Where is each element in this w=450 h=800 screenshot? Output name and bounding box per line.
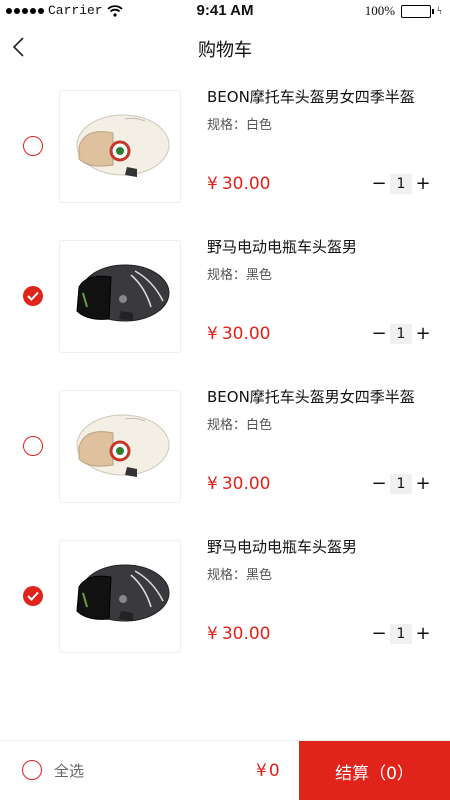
price-currency: ¥ xyxy=(207,474,218,494)
product-spec: 规格： 黑色 xyxy=(207,264,272,283)
increase-button[interactable]: + xyxy=(412,174,434,194)
product-image[interactable] xyxy=(59,540,181,653)
spec-label: 规格： xyxy=(207,118,247,133)
select-all-checkbox[interactable] xyxy=(22,760,42,780)
cart-item: BEON摩托车头盔男女四季半盔 规格： 白色 ¥30.00−1 + xyxy=(0,74,450,224)
quantity-stepper: −1 + xyxy=(368,624,434,644)
spec-label: 规格： xyxy=(207,568,247,583)
spec-value: 黑色 xyxy=(246,268,273,283)
quantity-stepper: −1 + xyxy=(368,324,434,344)
checkmark-icon xyxy=(27,291,39,301)
cart-item: BEON摩托车头盔男女四季半盔 规格： 白色 ¥30.00−1 + xyxy=(0,374,450,524)
total-currency: ¥ xyxy=(256,761,267,781)
cart-list: BEON摩托车头盔男女四季半盔 规格： 白色 ¥30.00−1 + 野马电动电瓶车头盔男规… xyxy=(0,74,450,674)
quantity-value[interactable]: 1 xyxy=(390,474,412,494)
status-right: 100% ϟ xyxy=(365,3,442,19)
product-image[interactable] xyxy=(59,390,181,503)
product-spec: 规格： 白色 xyxy=(207,114,272,133)
spec-value: 白色 xyxy=(246,418,273,433)
status-bar: Carrier 9:41 AM 100% ϟ xyxy=(0,0,450,22)
item-checkbox[interactable] xyxy=(23,136,43,156)
product-name[interactable]: BEON摩托车头盔男女四季半盔 xyxy=(207,386,415,407)
product-name[interactable]: BEON摩托车头盔男女四季半盔 xyxy=(207,86,415,107)
product-price: ¥30.00 xyxy=(207,474,271,494)
spec-label: 规格： xyxy=(207,268,247,283)
product-image[interactable] xyxy=(59,240,181,353)
quantity-value[interactable]: 1 xyxy=(390,624,412,644)
product-price: ¥30.00 xyxy=(207,624,271,644)
product-name[interactable]: 野马电动电瓶车头盔男 xyxy=(207,236,357,257)
battery-icon xyxy=(401,4,435,18)
decrease-button[interactable]: − xyxy=(368,174,390,194)
decrease-button[interactable]: − xyxy=(368,474,390,494)
increase-button[interactable]: + xyxy=(412,624,434,644)
charging-icon: ϟ xyxy=(437,5,442,17)
price-value: 30.00 xyxy=(221,174,271,194)
checkout-button[interactable]: 结算（0） xyxy=(299,741,450,800)
quantity-value[interactable]: 1 xyxy=(390,324,412,344)
decrease-button[interactable]: − xyxy=(368,324,390,344)
price-value: 30.00 xyxy=(221,324,271,344)
price-currency: ¥ xyxy=(207,174,218,194)
spec-value: 黑色 xyxy=(246,568,273,583)
spec-value: 白色 xyxy=(246,118,273,133)
total-price: ¥ 0 xyxy=(256,761,280,781)
item-checkbox[interactable] xyxy=(23,436,43,456)
price-value: 30.00 xyxy=(221,624,271,644)
battery-percent: 100% xyxy=(364,3,396,18)
product-spec: 规格： 白色 xyxy=(207,414,272,433)
spec-label: 规格： xyxy=(207,418,247,433)
bottom-bar: 全选 ¥ 0 结算（0） xyxy=(0,740,450,800)
product-price: ¥30.00 xyxy=(207,324,271,344)
page-title: 购物车 xyxy=(198,40,252,61)
price-currency: ¥ xyxy=(207,624,218,644)
nav-bar: 购物车 xyxy=(0,22,450,72)
product-image[interactable] xyxy=(59,90,181,203)
increase-button[interactable]: + xyxy=(412,474,434,494)
item-checkbox[interactable] xyxy=(23,586,43,606)
product-name[interactable]: 野马电动电瓶车头盔男 xyxy=(207,536,357,557)
cart-item: 野马电动电瓶车头盔男 规格： 黑色 ¥30.00−1 + xyxy=(0,524,450,674)
quantity-stepper: −1 + xyxy=(368,474,434,494)
item-checkbox[interactable] xyxy=(23,286,43,306)
quantity-stepper: −1 + xyxy=(368,174,434,194)
decrease-button[interactable]: − xyxy=(368,624,390,644)
total-amount: 0 xyxy=(268,761,280,781)
price-currency: ¥ xyxy=(207,324,218,344)
product-price: ¥30.00 xyxy=(207,174,271,194)
increase-button[interactable]: + xyxy=(412,324,434,344)
select-all-label[interactable]: 全选 xyxy=(54,760,84,781)
product-spec: 规格： 黑色 xyxy=(207,564,272,583)
price-value: 30.00 xyxy=(221,474,271,494)
checkmark-icon xyxy=(27,591,39,601)
quantity-value[interactable]: 1 xyxy=(390,174,412,194)
cart-item: 野马电动电瓶车头盔男 规格： 黑色 ¥30.00−1 + xyxy=(0,224,450,374)
